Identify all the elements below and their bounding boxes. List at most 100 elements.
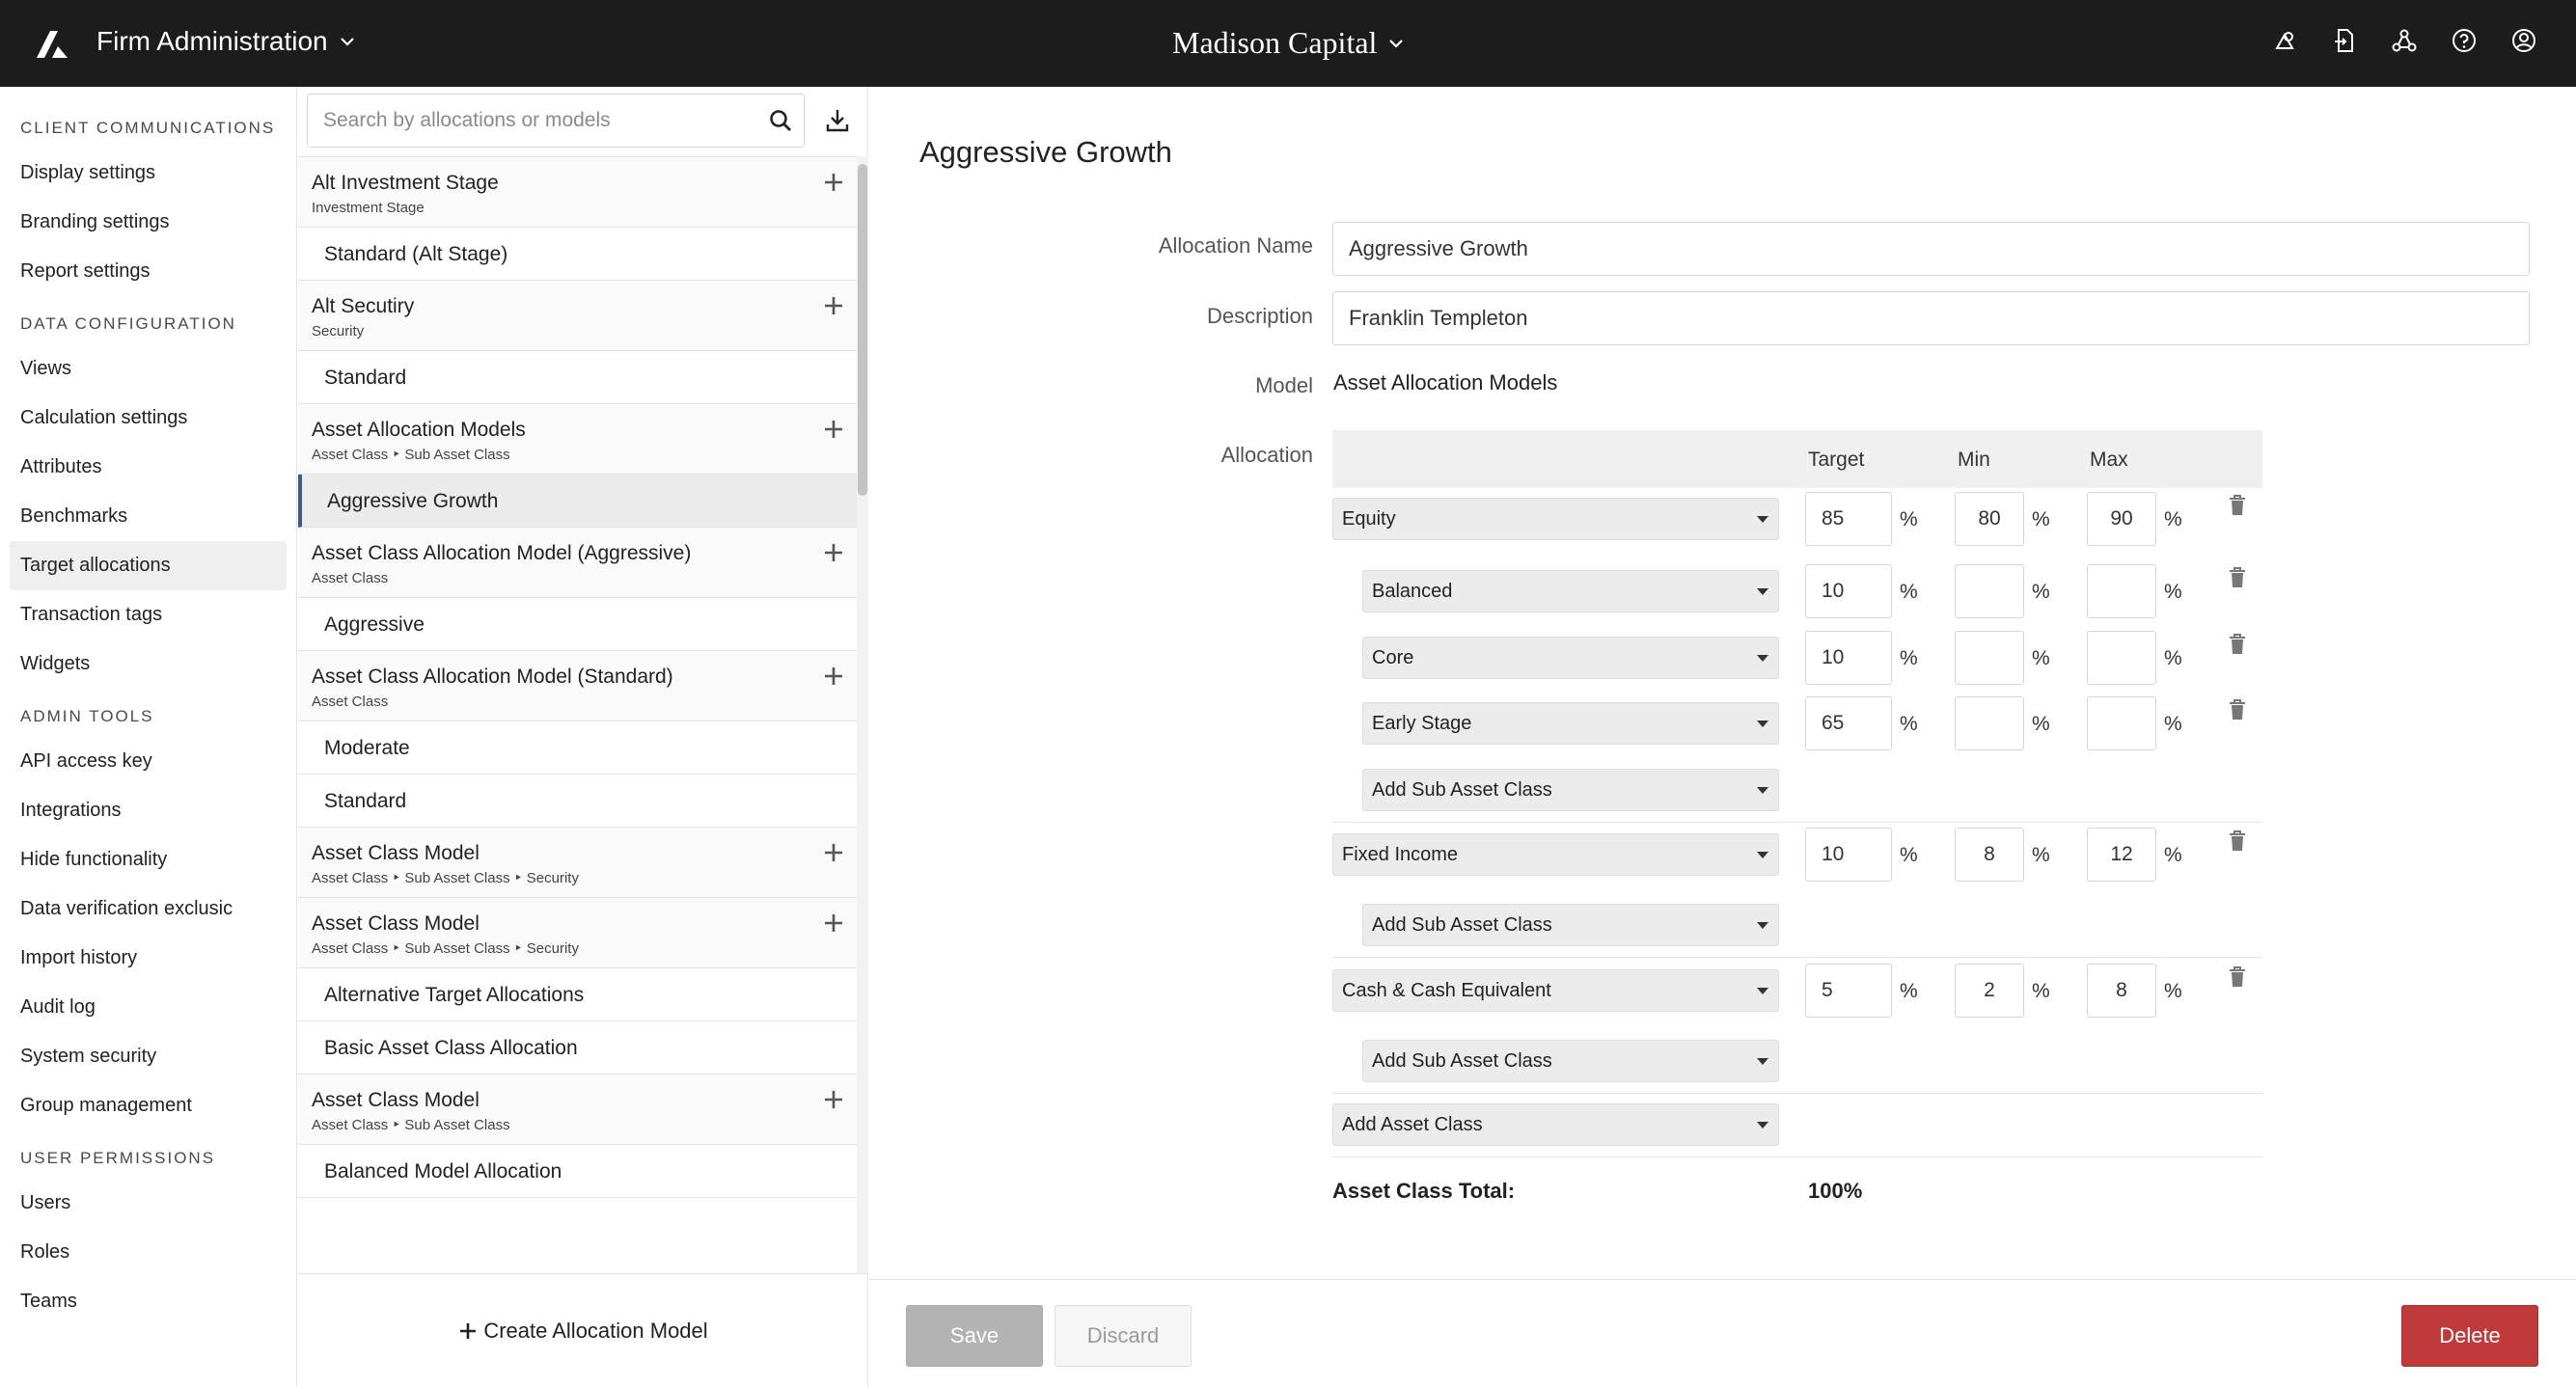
- min-input[interactable]: [1955, 696, 2024, 750]
- min-input[interactable]: [1955, 564, 2024, 618]
- allocation-list-item[interactable]: Aggressive Growth: [298, 475, 857, 528]
- allocation-group[interactable]: Asset Class Model Asset Class ‣ Sub Asset…: [298, 898, 857, 968]
- allocation-list-item[interactable]: Standard: [298, 775, 857, 828]
- max-input[interactable]: 90: [2087, 492, 2156, 546]
- plus-icon[interactable]: [822, 665, 845, 688]
- sidebar-item-users[interactable]: Users: [10, 1179, 287, 1228]
- trash-icon[interactable]: [2228, 965, 2247, 989]
- plus-icon[interactable]: [822, 294, 845, 317]
- sidebar-item-teams[interactable]: Teams: [10, 1277, 287, 1326]
- plus-icon[interactable]: [822, 541, 845, 564]
- allocation-list-item[interactable]: Standard: [298, 351, 857, 404]
- document-import-icon[interactable]: [2331, 27, 2358, 54]
- network-icon[interactable]: [2391, 27, 2418, 54]
- sidebar-item-calculation-settings[interactable]: Calculation settings: [10, 394, 287, 443]
- discard-button[interactable]: Discard: [1055, 1305, 1192, 1367]
- help-icon[interactable]: [2451, 27, 2478, 54]
- target-input[interactable]: 85: [1805, 492, 1892, 546]
- target-input[interactable]: 10: [1805, 828, 1892, 882]
- trash-icon[interactable]: [2228, 633, 2247, 656]
- add-sub-asset-class-dropdown[interactable]: Add Sub Asset Class: [1362, 904, 1779, 946]
- percent-sign: %: [2164, 647, 2182, 669]
- allocation-group[interactable]: Asset Class Allocation Model (Aggressive…: [298, 528, 857, 598]
- sidebar-item-group-management[interactable]: Group management: [10, 1081, 287, 1130]
- allocation-group[interactable]: Asset Class Allocation Model (Standard) A…: [298, 651, 857, 721]
- download-icon[interactable]: [823, 106, 852, 135]
- asset-class-dropdown[interactable]: Early Stage: [1362, 702, 1779, 745]
- allocation-list-item[interactable]: Standard (Alt Stage): [298, 228, 857, 281]
- logo-icon[interactable]: [33, 27, 71, 60]
- min-input[interactable]: 80: [1955, 492, 2024, 546]
- plus-icon[interactable]: [822, 171, 845, 194]
- sidebar-item-target-allocations[interactable]: Target allocations: [10, 541, 287, 590]
- allocation-group[interactable]: Alt Secutiry Security: [298, 281, 857, 351]
- trash-icon[interactable]: [2228, 494, 2247, 517]
- allocation-list-item[interactable]: Basic Asset Class Allocation: [298, 1021, 857, 1074]
- search-icon[interactable]: [767, 107, 794, 134]
- min-input[interactable]: 8: [1955, 828, 2024, 882]
- sidebar-item-benchmarks[interactable]: Benchmarks: [10, 492, 287, 541]
- min-input[interactable]: [1955, 631, 2024, 685]
- asset-class-dropdown[interactable]: Core: [1362, 637, 1779, 679]
- sidebar-item-api-access-key[interactable]: API access key: [10, 737, 287, 786]
- plus-icon[interactable]: [822, 1088, 845, 1111]
- description-field[interactable]: Franklin Templeton: [1332, 291, 2530, 345]
- sidebar-item-display-settings[interactable]: Display settings: [10, 149, 287, 198]
- sidebar-item-widgets[interactable]: Widgets: [10, 639, 287, 689]
- max-input[interactable]: [2087, 564, 2156, 618]
- search-input[interactable]: [308, 95, 732, 147]
- asset-class-dropdown[interactable]: Fixed Income: [1332, 833, 1779, 876]
- min-input[interactable]: 2: [1955, 964, 2024, 1018]
- sidebar-item-report-settings[interactable]: Report settings: [10, 247, 287, 296]
- client-switcher[interactable]: Madison Capital: [1172, 25, 1406, 61]
- allocation-group[interactable]: Asset Allocation Models Asset Class ‣ Sub…: [298, 404, 857, 475]
- allocation-list-item[interactable]: Alternative Target Allocations: [298, 968, 857, 1021]
- plus-icon[interactable]: [822, 418, 845, 441]
- shapes-icon[interactable]: [2271, 27, 2298, 54]
- allocation-group[interactable]: Asset Class Model Asset Class ‣ Sub Asset…: [298, 828, 857, 898]
- add-sub-asset-class-dropdown[interactable]: Add Sub Asset Class: [1362, 1040, 1779, 1082]
- target-input[interactable]: 5: [1805, 964, 1892, 1018]
- user-icon[interactable]: [2510, 27, 2537, 54]
- plus-icon[interactable]: [822, 911, 845, 935]
- add-sub-asset-class-dropdown[interactable]: Add Sub Asset Class: [1362, 769, 1779, 811]
- scrollbar-thumb[interactable]: [858, 164, 867, 496]
- trash-icon[interactable]: [2228, 829, 2247, 853]
- allocation-list-item[interactable]: Balanced Model Allocation: [298, 1145, 857, 1198]
- max-input[interactable]: [2087, 696, 2156, 750]
- allocation-list-item[interactable]: Moderate: [298, 721, 857, 775]
- max-input[interactable]: 8: [2087, 964, 2156, 1018]
- sidebar-item-import-history[interactable]: Import history: [10, 934, 287, 983]
- asset-class-dropdown[interactable]: Cash & Cash Equivalent: [1332, 969, 1779, 1012]
- target-input[interactable]: 10: [1805, 631, 1892, 685]
- save-button[interactable]: Save: [906, 1305, 1043, 1367]
- trash-icon[interactable]: [2228, 698, 2247, 721]
- max-input[interactable]: 12: [2087, 828, 2156, 882]
- allocation-list-item[interactable]: Aggressive: [298, 598, 857, 651]
- delete-button[interactable]: Delete: [2401, 1305, 2538, 1367]
- add-asset-class-dropdown[interactable]: Add Asset Class: [1332, 1103, 1779, 1146]
- plus-icon[interactable]: [822, 841, 845, 864]
- sidebar-item-system-security[interactable]: System security: [10, 1032, 287, 1081]
- sidebar-item-views[interactable]: Views: [10, 344, 287, 394]
- app-switcher[interactable]: Firm Administration: [96, 26, 357, 57]
- max-input[interactable]: [2087, 631, 2156, 685]
- trash-icon[interactable]: [2228, 566, 2247, 589]
- sidebar-item-data-verification-exclusic[interactable]: Data verification exclusic: [10, 884, 287, 934]
- create-allocation-model-button[interactable]: Create Allocation Model: [298, 1273, 868, 1387]
- sidebar-item-hide-functionality[interactable]: Hide functionality: [10, 835, 287, 884]
- target-input[interactable]: 65: [1805, 696, 1892, 750]
- sidebar-item-attributes[interactable]: Attributes: [10, 443, 287, 492]
- allocation-group[interactable]: Asset Class Model Asset Class ‣ Sub Asset…: [298, 1074, 857, 1145]
- allocation-name-field[interactable]: Aggressive Growth: [1332, 222, 2530, 276]
- asset-class-dropdown[interactable]: Equity: [1332, 498, 1779, 540]
- sidebar-item-roles[interactable]: Roles: [10, 1228, 287, 1277]
- sidebar-item-integrations[interactable]: Integrations: [10, 786, 287, 835]
- target-input[interactable]: 10: [1805, 564, 1892, 618]
- sidebar-item-audit-log[interactable]: Audit log: [10, 983, 287, 1032]
- asset-class-dropdown[interactable]: Balanced: [1362, 570, 1779, 612]
- sidebar-item-branding-settings[interactable]: Branding settings: [10, 198, 287, 247]
- allocation-group[interactable]: Alt Investment Stage Investment Stage: [298, 157, 857, 228]
- sidebar-item-transaction-tags[interactable]: Transaction tags: [10, 590, 287, 639]
- plus-icon: [460, 1322, 477, 1339]
